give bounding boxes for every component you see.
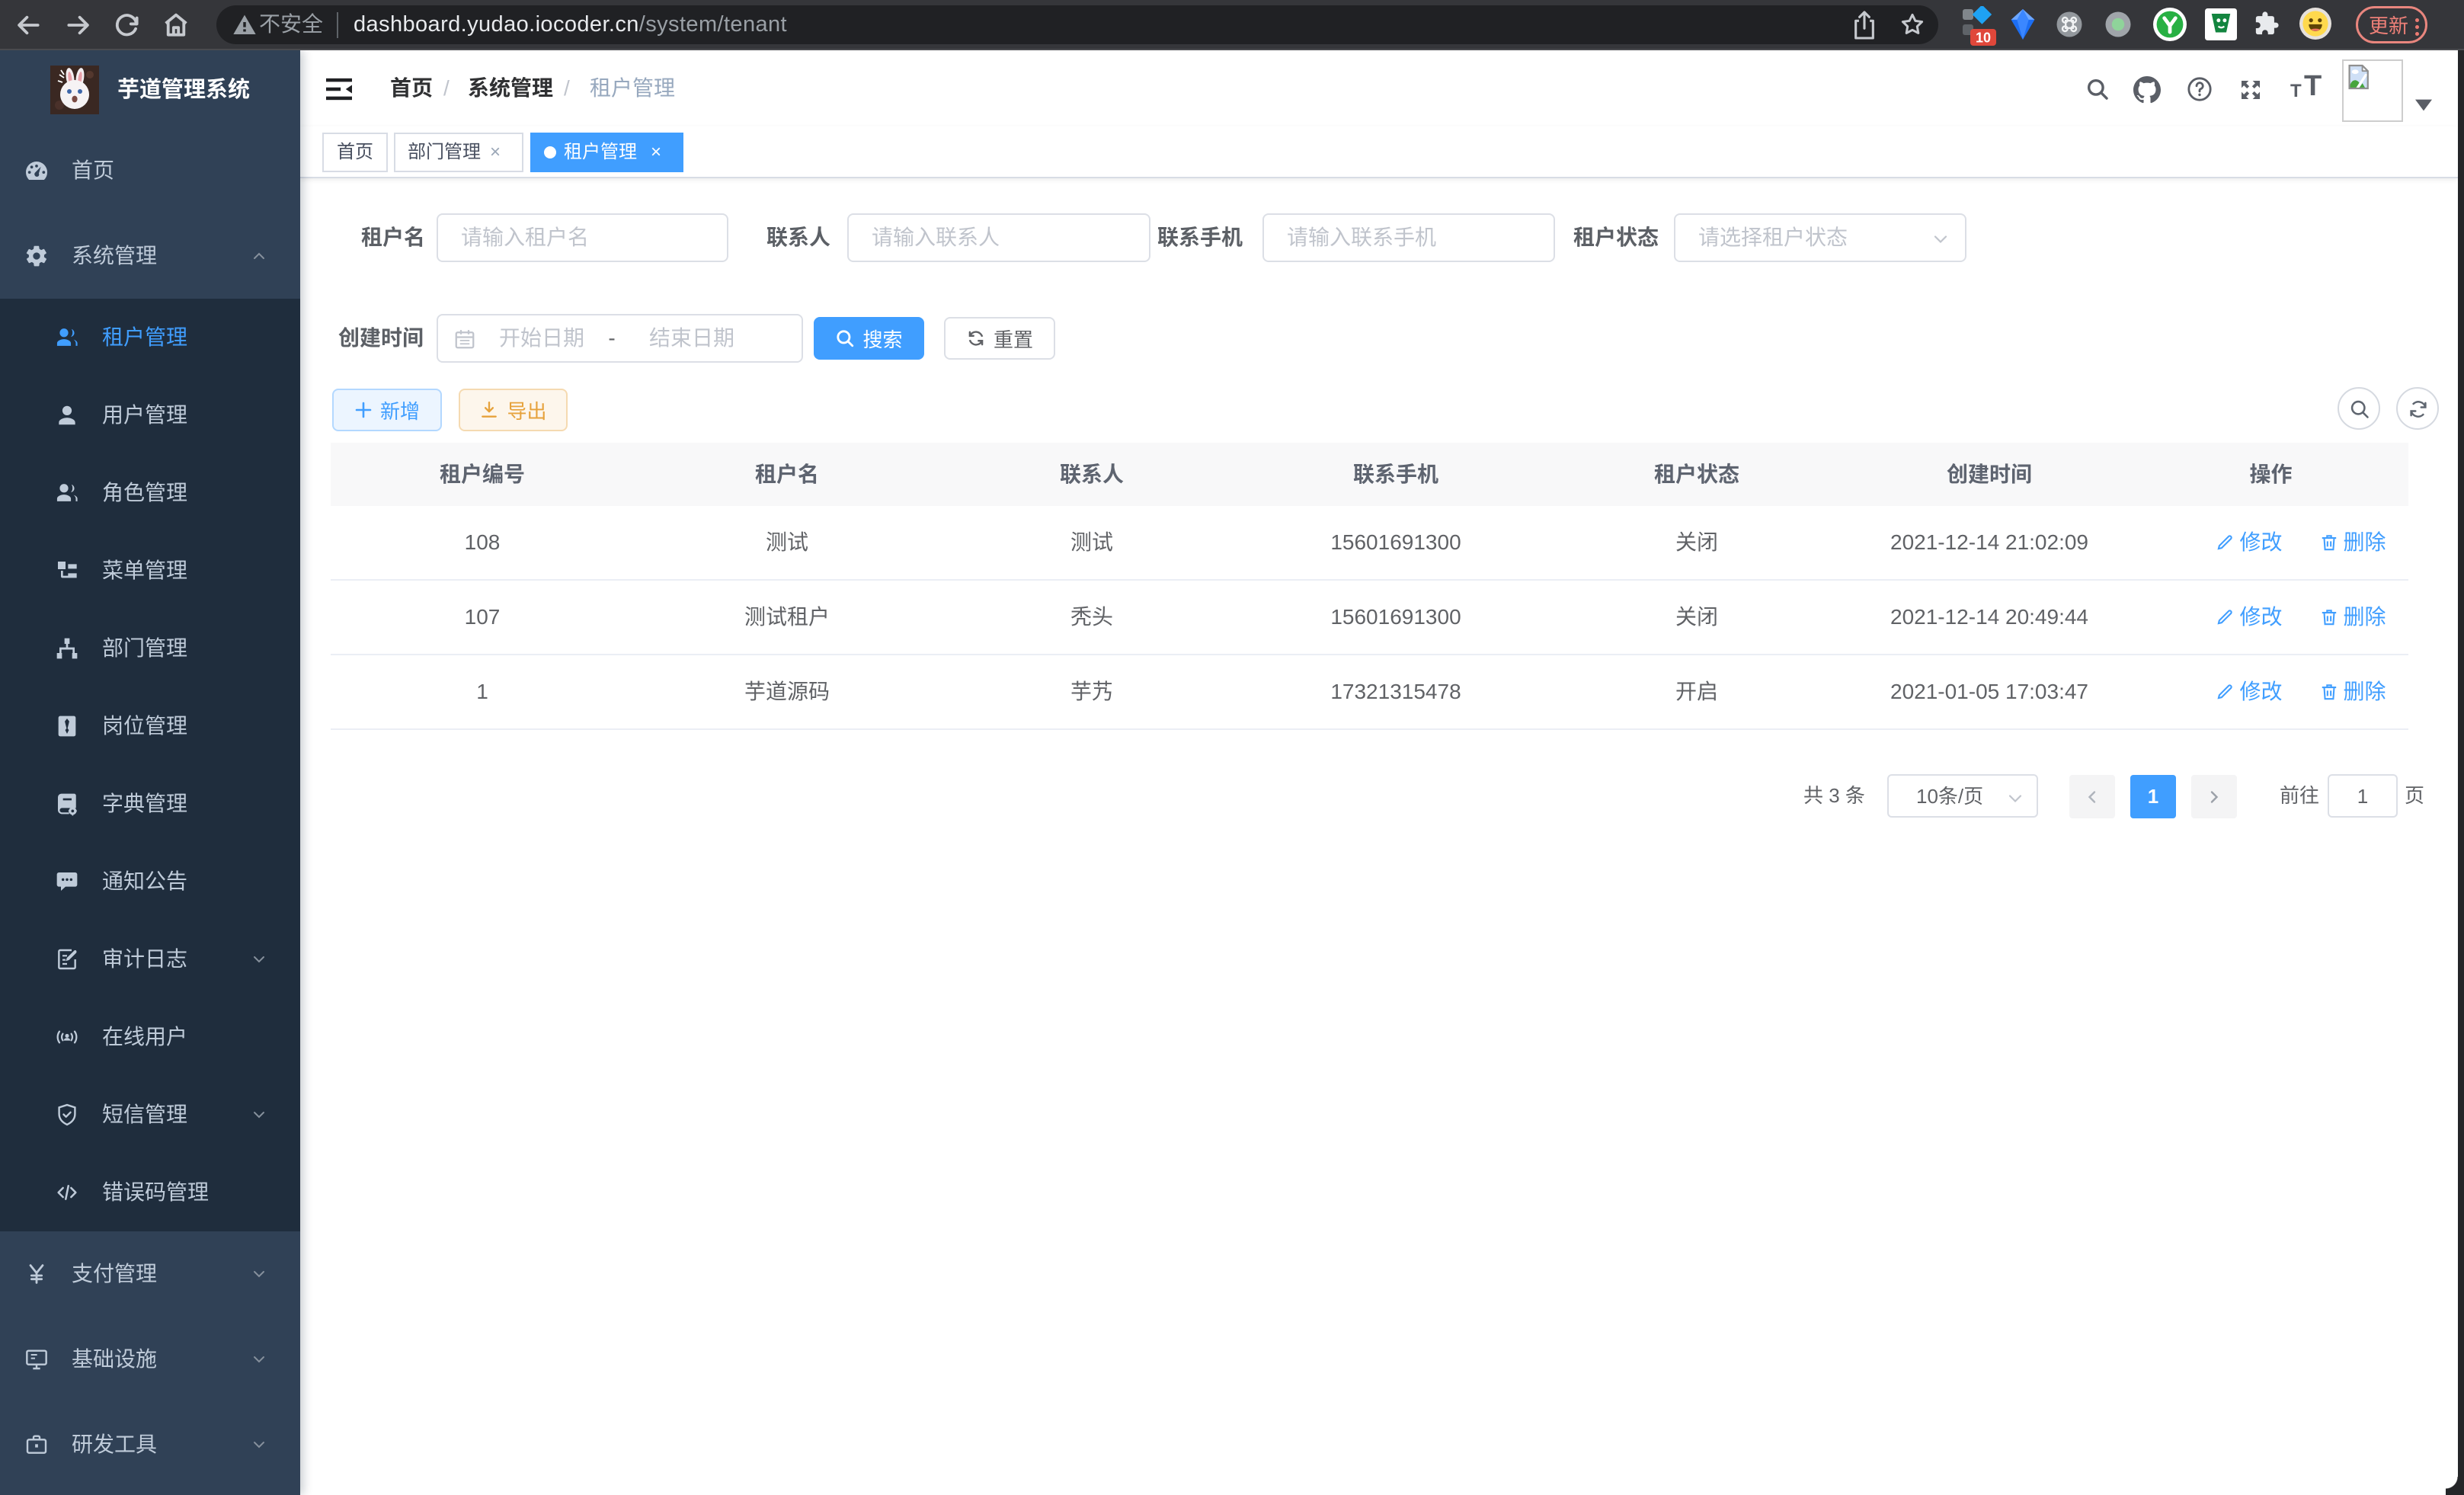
svg-text:10: 10	[1976, 30, 1991, 46]
